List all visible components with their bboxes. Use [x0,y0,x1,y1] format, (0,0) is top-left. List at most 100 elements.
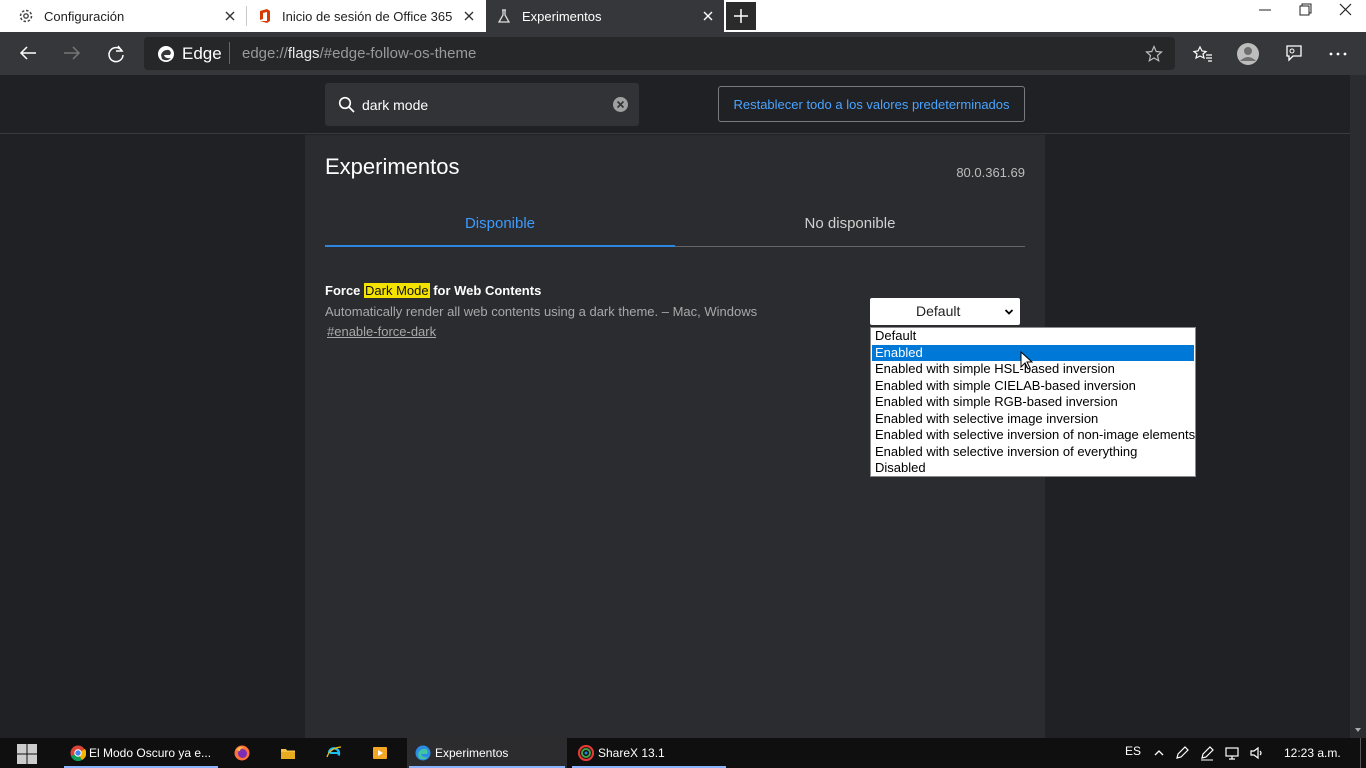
close-icon[interactable] [222,8,238,24]
chrome-icon [70,745,86,761]
url-scheme: edge:// [242,45,288,62]
address-bar[interactable]: Edge edge://flags/#edge-follow-os-theme [144,37,1175,70]
more-button[interactable] [1322,38,1354,70]
flags-page: dark mode Restablecer todo a los valores… [0,75,1350,738]
version-label: 80.0.361.69 [956,165,1025,180]
plus-icon [734,9,748,23]
scroll-down-icon[interactable] [1354,726,1362,734]
tab-label: Inicio de sesión de Office 365 | M [282,9,452,24]
arrow-left-icon [19,46,36,60]
taskbar-item-chrome[interactable]: El Modo Oscuro ya e... [62,738,220,768]
feedback-button[interactable] [1278,38,1310,70]
volume-icon[interactable] [1249,745,1265,761]
media-player-icon [373,747,387,759]
option-cielab-inversion[interactable]: Enabled with simple CIELAB-based inversi… [872,378,1194,395]
selected-value: Default [916,303,961,319]
chevron-down-icon [1004,309,1014,315]
taskbar-item-ie[interactable] [320,738,352,768]
flag-description: Automatically render all web contents us… [325,304,758,319]
show-desktop-button[interactable] [1360,738,1361,768]
select-dropdown-list: Default Enabled Enabled with simple HSL-… [870,327,1196,477]
favorites-button[interactable] [1187,38,1219,70]
more-icon [1329,52,1347,56]
refresh-icon [108,45,124,63]
profile-button[interactable] [1232,38,1264,70]
taskbar-label: El Modo Oscuro ya e... [89,746,212,760]
browser-toolbar: Edge edge://flags/#edge-follow-os-theme [0,32,1366,75]
clear-icon[interactable] [612,96,629,113]
clock[interactable]: 12:23 a.m. [1284,746,1341,760]
address-divider [229,42,230,64]
tab-available[interactable]: Disponible [325,215,675,232]
active-tab-indicator [325,245,675,247]
sharex-icon [578,745,594,761]
close-icon [1339,3,1352,16]
tab-unavailable[interactable]: No disponible [675,215,1025,232]
url-path: /#edge-follow-os-theme [319,45,477,62]
close-window-button[interactable] [1322,0,1366,32]
mouse-cursor-icon [1020,351,1034,370]
new-tab-button[interactable] [726,2,756,30]
url-host: flags [287,45,320,62]
close-icon[interactable] [461,8,477,24]
pen-icon[interactable] [1199,745,1215,761]
flag-title: Force Dark Mode for Web Contents [325,283,541,298]
folder-icon [281,749,295,759]
star-icon[interactable] [1145,45,1163,63]
close-icon[interactable] [700,8,716,24]
option-default[interactable]: Default [872,328,1194,345]
taskbar-item-edge[interactable]: Experimentos [407,738,567,768]
flags-header: dark mode Restablecer todo a los valores… [0,75,1350,134]
feedback-icon [1286,45,1302,62]
forward-button[interactable] [56,38,88,70]
favorites-icon [1192,45,1212,62]
gear-icon [19,9,33,23]
taskbar-label: ShareX 13.1 [598,746,665,760]
network-icon[interactable] [1224,745,1240,761]
option-selective-image[interactable]: Enabled with selective image inversion [872,411,1194,428]
flask-icon [497,9,511,23]
search-input[interactable]: dark mode [325,83,639,126]
flag-select[interactable]: Default [870,298,1020,325]
taskbar-label: Experimentos [435,746,509,760]
url-text[interactable]: edge://flags/#edge-follow-os-theme [242,45,476,62]
search-value: dark mode [362,97,429,113]
taskbar-item-media[interactable] [366,738,398,768]
option-selective-everything[interactable]: Enabled with selective inversion of ever… [872,444,1194,461]
pen-icon[interactable] [1174,745,1190,761]
tab-label: Experimentos [522,9,602,24]
tab-label: Configuración [44,9,125,24]
page-scrollbar[interactable] [1350,75,1366,738]
edge-brand-label: Edge [182,44,222,63]
arrow-right-icon [64,46,81,60]
edge-logo-icon [415,745,431,761]
option-disabled[interactable]: Disabled [872,460,1194,477]
windows-logo-icon [17,744,37,764]
taskbar-item-sharex[interactable]: ShareX 13.1 [570,738,728,768]
flag-title-part: Force [325,283,365,298]
flag-title-part: for Web Contents [429,283,542,298]
office-logo-icon [260,9,270,23]
firefox-icon [234,745,250,761]
tab-experimentos[interactable]: Experimentos [486,0,724,32]
search-highlight: Dark Mode [364,283,430,298]
availability-tabs: Disponible No disponible [325,205,1025,247]
search-icon [338,96,355,113]
refresh-button[interactable] [100,38,132,70]
page-title: Experimentos [325,154,460,179]
language-indicator[interactable]: ES [1125,744,1141,758]
avatar-icon [1237,43,1259,65]
reset-all-button[interactable]: Restablecer todo a los valores predeterm… [718,86,1025,122]
taskbar: El Modo Oscuro ya e... Experimentos Shar… [0,738,1366,768]
option-rgb-inversion[interactable]: Enabled with simple RGB-based inversion [872,394,1194,411]
chevron-up-icon[interactable] [1153,747,1165,759]
start-button[interactable] [12,738,44,768]
taskbar-item-explorer[interactable] [274,738,306,768]
back-button[interactable] [12,38,44,70]
taskbar-item-firefox[interactable] [228,738,260,768]
tab-office-login[interactable]: Inicio de sesión de Office 365 | M [247,0,485,32]
flag-permalink[interactable]: #enable-force-dark [327,324,436,339]
tab-configuracion[interactable]: Configuración [0,0,246,32]
tab-strip: Configuración Inicio de sesión de Office… [0,0,1366,32]
option-selective-non-image[interactable]: Enabled with selective inversion of non-… [872,427,1195,444]
